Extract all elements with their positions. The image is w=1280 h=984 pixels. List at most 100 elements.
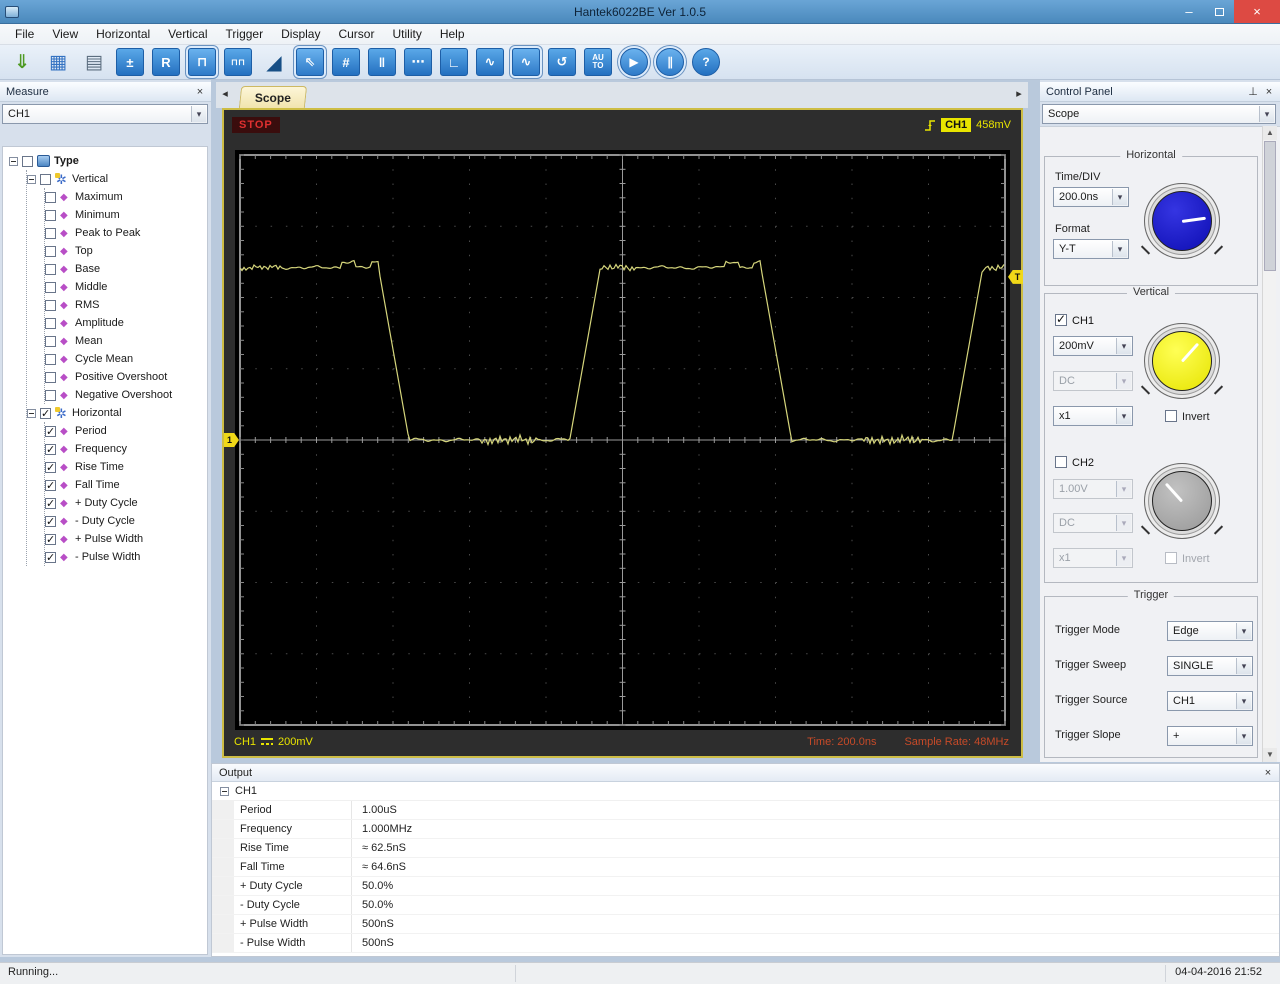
checkbox-rise-time[interactable] (45, 461, 56, 474)
measure-item-minimum[interactable]: ◆ Minimum (45, 206, 207, 224)
trigger-slope-select[interactable]: + ▾ (1167, 726, 1253, 746)
expander-icon[interactable] (27, 174, 36, 184)
checkbox-maximum[interactable] (45, 191, 56, 203)
dual-pulse-view-icon[interactable]: ⊓⊓ (224, 48, 252, 76)
scrollbar-thumb[interactable] (1264, 141, 1276, 271)
menu-display[interactable]: Display (272, 24, 329, 45)
checkbox-fall-time[interactable] (45, 479, 56, 492)
ch1-volts-knob[interactable] (1144, 323, 1220, 399)
tab-scroll-right-icon[interactable]: ▸ (1012, 86, 1026, 102)
scroll-up-icon[interactable]: ▲ (1263, 126, 1277, 140)
measure-item-rms[interactable]: ◆ RMS (45, 296, 207, 314)
checkbox-mean[interactable] (45, 335, 56, 347)
minimize-button[interactable]: – (1174, 0, 1204, 23)
print-icon[interactable]: ▤ (80, 48, 108, 76)
measure-item-peak-to-peak[interactable]: ◆ Peak to Peak (45, 224, 207, 242)
sine-fit-icon[interactable]: ∿ (512, 48, 540, 76)
menu-help[interactable]: Help (431, 24, 474, 45)
sine-wave-icon[interactable]: ∿ (476, 48, 504, 76)
measure-item-negative-overshoot[interactable]: ◆ Negative Overshoot (45, 386, 207, 404)
checkbox-vertical[interactable] (40, 173, 51, 185)
vertical-cursor-icon[interactable]: ‖ (368, 48, 396, 76)
start-icon[interactable]: ▶ (620, 48, 648, 76)
trigger-mode-select[interactable]: Edge ▾ (1167, 621, 1253, 641)
output-group-row[interactable]: CH1 (212, 782, 1279, 801)
measure-item-rise-time[interactable]: ◆Rise Time (45, 458, 207, 476)
menu-vertical[interactable]: Vertical (159, 24, 216, 45)
trigger-slope-icon[interactable]: ◢ (260, 48, 288, 76)
checkbox-duty-cycle[interactable] (45, 515, 56, 528)
save-icon[interactable]: ▦ (44, 48, 72, 76)
measure-close-icon[interactable]: × (193, 85, 207, 99)
checkbox-positive-overshoot[interactable] (45, 371, 56, 383)
measure-item-frequency[interactable]: ◆Frequency (45, 440, 207, 458)
checkbox-pulse-width[interactable] (45, 551, 56, 564)
measure-item-maximum[interactable]: ◆ Maximum (45, 188, 207, 206)
menu-cursor[interactable]: Cursor (329, 24, 383, 45)
checkbox-duty-cycle[interactable] (45, 497, 56, 510)
checkbox-pulse-width[interactable] (45, 533, 56, 546)
measure-item-duty-cycle[interactable]: ◆+ Duty Cycle (45, 494, 207, 512)
control-panel-close-icon[interactable]: × (1262, 85, 1276, 99)
menu-utility[interactable]: Utility (383, 24, 430, 45)
ch2-invert-checkbox[interactable] (1165, 552, 1177, 564)
pause-icon[interactable]: ∥ (656, 48, 684, 76)
measure-item-middle[interactable]: ◆ Middle (45, 278, 207, 296)
time-div-select[interactable]: 200.0ns ▾ (1053, 187, 1129, 207)
trigger-source-select[interactable]: CH1 ▾ (1167, 691, 1253, 711)
ch2-probe-select[interactable]: x1 ▾ (1053, 548, 1133, 568)
horizontal-cursor-icon[interactable]: ⋯ (404, 48, 432, 76)
math-fft-icon[interactable]: ± (116, 48, 144, 76)
checkbox-rms[interactable] (45, 299, 56, 311)
measure-item-positive-overshoot[interactable]: ◆ Positive Overshoot (45, 368, 207, 386)
auto-set-icon[interactable]: AU TO (584, 48, 612, 76)
ch1-enable-checkbox[interactable] (1055, 312, 1067, 326)
measure-item-top[interactable]: ◆ Top (45, 242, 207, 260)
checkbox-middle[interactable] (45, 281, 56, 293)
measure-item-type[interactable]: Type (9, 152, 207, 170)
ch2-coupling-select[interactable]: DC ▾ (1053, 513, 1133, 533)
ch2-volts-knob[interactable] (1144, 463, 1220, 539)
checkbox-minimum[interactable] (45, 209, 56, 221)
measure-item-pulse-width[interactable]: ◆+ Pulse Width (45, 530, 207, 548)
menu-file[interactable]: File (6, 24, 43, 45)
expander-icon[interactable] (9, 156, 18, 166)
output-close-icon[interactable]: × (1261, 766, 1275, 780)
measure-item-duty-cycle[interactable]: ◆- Duty Cycle (45, 512, 207, 530)
checkbox-horizontal[interactable] (40, 407, 51, 420)
checkbox-negative-overshoot[interactable] (45, 389, 56, 401)
checkbox-top[interactable] (45, 245, 56, 257)
checkbox-type[interactable] (22, 155, 33, 167)
control-panel-scrollbar[interactable]: ▲ ▼ (1262, 126, 1277, 762)
pin-icon[interactable]: ⊥ (1246, 85, 1260, 99)
ch2-volts-select[interactable]: 1.00V ▾ (1053, 479, 1133, 499)
menu-view[interactable]: View (43, 24, 87, 45)
checkbox-period[interactable] (45, 425, 56, 438)
measure-item-period[interactable]: ◆Period (45, 422, 207, 440)
checkbox-frequency[interactable] (45, 443, 56, 456)
ch2-enable-checkbox[interactable] (1055, 456, 1067, 468)
measure-item-vertical[interactable]: ✲ Vertical (27, 170, 207, 188)
expander-icon[interactable] (27, 408, 36, 418)
maximize-button[interactable] (1204, 0, 1234, 23)
ch1-volts-select[interactable]: 200mV ▾ (1053, 336, 1133, 356)
tab-scroll-left-icon[interactable]: ◂ (218, 86, 232, 102)
measure-item-pulse-width[interactable]: ◆- Pulse Width (45, 548, 207, 566)
measure-item-base[interactable]: ◆ Base (45, 260, 207, 278)
grid-icon[interactable]: # (332, 48, 360, 76)
measure-item-mean[interactable]: ◆ Mean (45, 332, 207, 350)
tab-scope[interactable]: Scope (238, 86, 308, 108)
ch1-probe-select[interactable]: x1 ▾ (1053, 406, 1133, 426)
ch1-invert-checkbox[interactable] (1165, 410, 1177, 422)
refresh-icon[interactable]: ↺ (548, 48, 576, 76)
reference-wave-icon[interactable]: R (152, 48, 180, 76)
cursor-select-icon[interactable]: ⇖ (296, 48, 324, 76)
checkbox-peak-to-peak[interactable] (45, 227, 56, 239)
measure-item-fall-time[interactable]: ◆Fall Time (45, 476, 207, 494)
collapse-icon[interactable] (220, 786, 229, 796)
open-icon[interactable]: ⇓ (8, 48, 36, 76)
pulse-view-icon[interactable]: ⊓ (188, 48, 216, 76)
ch1-coupling-select[interactable]: DC ▾ (1053, 371, 1133, 391)
measure-item-cycle-mean[interactable]: ◆ Cycle Mean (45, 350, 207, 368)
format-select[interactable]: Y-T ▾ (1053, 239, 1129, 259)
